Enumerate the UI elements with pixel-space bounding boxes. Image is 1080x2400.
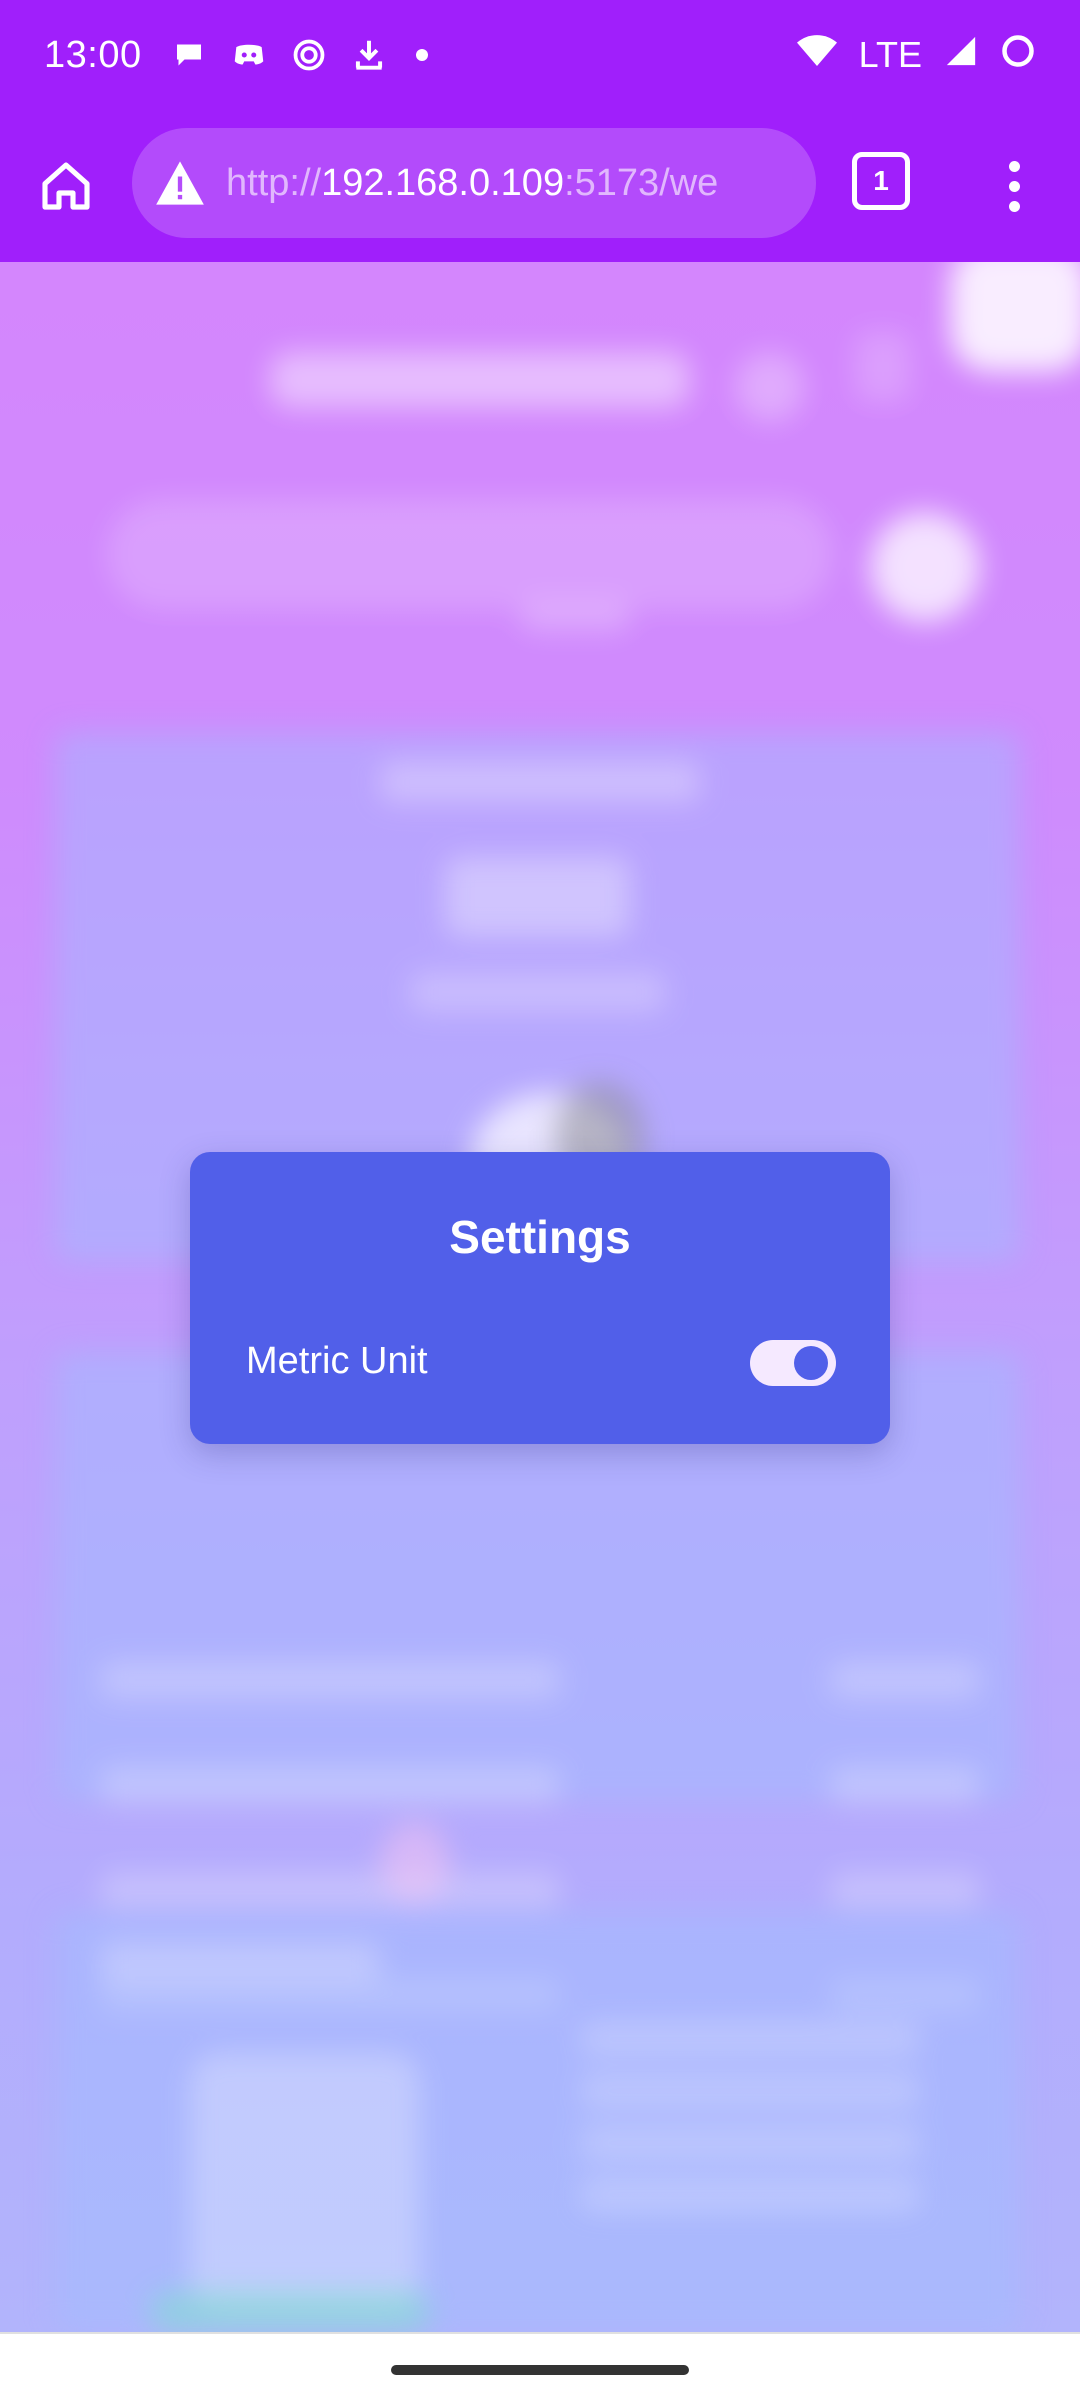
toggle-knob	[794, 1346, 828, 1380]
blurred-list-line	[580, 2178, 920, 2212]
blurred-search-button	[870, 512, 980, 622]
discord-icon	[230, 36, 268, 74]
more-notifications-dot	[415, 49, 428, 61]
status-bar: 13:00 LTE	[0, 0, 1080, 110]
blurred-detail-row	[100, 1662, 980, 1698]
blurred-detail-row	[100, 1872, 980, 1908]
home-icon	[42, 162, 90, 210]
blurred-temperature-text	[445, 857, 630, 937]
settings-dialog: Settings Metric Unit	[190, 1152, 890, 1444]
signal-icon	[944, 34, 978, 77]
status-time: 13:00	[44, 33, 142, 76]
blurred-list-line	[580, 2022, 920, 2056]
blurred-decoration	[380, 1822, 450, 1902]
url-suffix: :5173/we	[564, 161, 719, 204]
metric-unit-label: Metric Unit	[246, 1340, 428, 1382]
url-prefix: http://	[226, 161, 322, 204]
url-host: 192.168.0.109	[321, 161, 565, 204]
blurred-windmill-illustration	[190, 2052, 420, 2312]
circle-icon	[1000, 33, 1036, 78]
url-text[interactable]: http://192.168.0.109:5173/we	[226, 162, 786, 205]
blurred-condition-text	[410, 972, 665, 1012]
blurred-app-title	[270, 352, 690, 408]
tab-switcher-button[interactable]: 1	[852, 152, 910, 210]
notification-icons	[170, 36, 428, 74]
browser-toolbar: http://192.168.0.109:5173/we 1	[0, 110, 1080, 262]
home-button[interactable]	[30, 150, 102, 222]
warning-triangle-icon[interactable]	[152, 155, 208, 211]
more-vert-icon[interactable]	[990, 150, 1038, 222]
network-type: LTE	[858, 34, 922, 75]
status-right-icons: LTE	[796, 33, 1036, 78]
blurred-list-line	[580, 2074, 920, 2108]
chat-bubble-icon	[170, 36, 208, 74]
blurred-title-icon	[735, 352, 805, 422]
metric-unit-toggle[interactable]	[750, 1340, 836, 1386]
gesture-handle[interactable]	[391, 2365, 689, 2375]
blurred-detail-row	[100, 1767, 980, 1803]
download-icon	[350, 36, 388, 74]
settings-title: Settings	[449, 1211, 631, 1263]
blurred-search-field	[110, 502, 830, 606]
blurred-location-text	[380, 762, 700, 802]
blurred-corner-button	[950, 262, 1080, 372]
navigation-bar	[0, 2332, 1080, 2400]
blurred-title-icon	[855, 332, 911, 402]
url-bar[interactable]: http://192.168.0.109:5173/we	[132, 128, 816, 238]
blurred-card-title	[100, 1942, 380, 1982]
spiral-icon	[290, 36, 328, 74]
wifi-icon	[796, 34, 837, 77]
blurred-grass	[150, 2292, 430, 2332]
blurred-sub-text	[520, 602, 630, 632]
blurred-list-line	[580, 2126, 920, 2160]
